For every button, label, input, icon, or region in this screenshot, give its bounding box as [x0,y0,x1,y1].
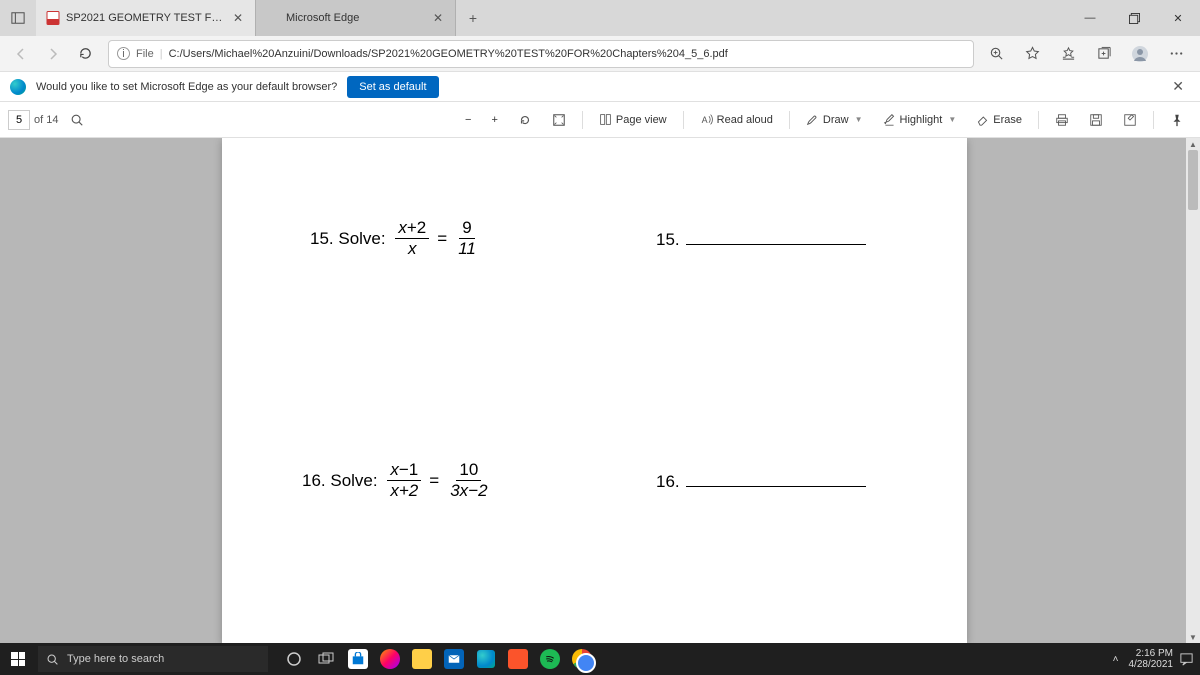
maximize-button[interactable] [1112,0,1156,36]
edge-logo-icon [10,79,26,95]
clock[interactable]: 2:16 PM 4/28/2021 [1129,648,1174,670]
page-view-button[interactable]: Page view [591,109,675,130]
system-tray: ˄ 2:16 PM 4/28/2021 [1109,648,1200,670]
scroll-up-arrow[interactable]: ▲ [1186,138,1200,150]
tab-strip: SP2021 GEOMETRY TEST FOR C… ✕ Microsoft … [0,0,490,36]
erase-button[interactable]: Erase [968,109,1030,130]
favorites-star-button[interactable] [1018,40,1046,68]
page-count-label: of 14 [34,114,58,126]
task-spotify[interactable] [534,643,566,675]
new-tab-button[interactable]: + [456,0,490,36]
tab-2-title: Microsoft Edge [286,12,425,24]
page-number-input[interactable] [8,110,30,130]
default-bar-close[interactable]: ✕ [1166,78,1190,95]
draw-button[interactable]: Draw ▼ [798,109,871,130]
pdf-icon [46,11,60,25]
tab-1[interactable]: SP2021 GEOMETRY TEST FOR C… ✕ [36,0,256,36]
taskbar-pinned [278,643,598,675]
pdf-page: 15. Solve: x+2 x = 9 11 15. 16. Solve: x… [222,138,967,643]
scroll-down-arrow[interactable]: ▼ [1186,631,1200,643]
zoom-in-button[interactable]: + [483,110,505,130]
clock-date: 4/28/2021 [1129,659,1174,670]
answer-16: 16. [656,472,866,492]
fit-page-button[interactable] [544,109,574,131]
task-edge[interactable] [470,643,502,675]
close-button[interactable]: ✕ [1156,0,1200,36]
clock-time: 2:16 PM [1129,648,1174,659]
address-separator: | [160,48,163,60]
taskbar-search-placeholder: Type here to search [67,653,164,665]
favorites-hub-button[interactable] [1054,40,1082,68]
task-mail[interactable] [438,643,470,675]
chevron-down-icon: ▼ [855,115,863,124]
task-store[interactable] [342,643,374,675]
more-button[interactable] [1162,40,1190,68]
zoom-indicator-button[interactable] [982,40,1010,68]
windows-logo-icon [11,652,25,666]
tray-overflow[interactable]: ˄ [1109,654,1123,665]
taskbar-search[interactable]: Type here to search [38,646,268,672]
read-aloud-button[interactable]: A Read aloud [692,109,781,130]
zoom-out-button[interactable]: − [457,110,479,130]
problem-15-label: 15. Solve: [310,229,386,249]
chevron-down-icon: ▼ [948,115,956,124]
profile-button[interactable] [1126,40,1154,68]
problem-16-label: 16. Solve: [302,471,378,491]
default-browser-bar: Would you like to set Microsoft Edge as … [0,72,1200,102]
collections-button[interactable] [1090,40,1118,68]
window-controls: — ✕ [1068,0,1200,36]
svg-text:A: A [701,115,707,125]
action-center-icon[interactable] [1179,652,1194,667]
task-brave[interactable] [502,643,534,675]
tab-2-close[interactable]: ✕ [431,11,445,25]
pin-toolbar-button[interactable] [1162,109,1192,131]
task-chrome[interactable] [566,643,598,675]
problem-16: 16. Solve: x−1 x+2 = 10 3x−2 [302,460,491,501]
task-cortana[interactable] [278,643,310,675]
taskbar: Type here to search ˄ 2:16 PM 4/28/2021 [0,643,1200,675]
minimize-button[interactable]: — [1068,0,1112,36]
problem-15: 15. Solve: x+2 x = 9 11 [310,218,479,259]
draw-icon [806,113,819,126]
find-icon[interactable] [70,113,84,127]
site-info-icon[interactable]: i [117,47,130,60]
save-as-button[interactable] [1115,109,1145,131]
task-groove[interactable] [374,643,406,675]
save-button[interactable] [1081,109,1111,131]
answer-16-label: 16. [656,472,680,491]
tab-2[interactable]: Microsoft Edge ✕ [256,0,456,36]
answer-15-label: 15. [656,230,680,249]
search-icon [46,653,59,666]
start-button[interactable] [0,643,36,675]
pdf-toolbar: of 14 − + Page view A Read aloud [0,102,1200,138]
vertical-scrollbar[interactable]: ▲ ▼ [1186,138,1200,643]
rotate-button[interactable] [510,109,540,131]
highlight-icon [883,113,896,126]
tab-1-title: SP2021 GEOMETRY TEST FOR C… [66,12,225,24]
scroll-thumb[interactable] [1188,150,1198,210]
address-bar[interactable]: i File | C:/Users/Michael%20Anzuini/Down… [108,40,974,68]
forward-button[interactable] [38,39,68,69]
address-path: C:/Users/Michael%20Anzuini/Downloads/SP2… [169,48,728,60]
set-default-button[interactable]: Set as default [347,76,438,98]
edge-icon [266,11,280,25]
answer-15: 15. [656,230,866,250]
address-prefix: File [136,48,154,60]
erase-icon [976,113,989,126]
tab-1-close[interactable]: ✕ [231,11,245,25]
default-browser-text: Would you like to set Microsoft Edge as … [36,81,337,93]
task-view[interactable] [310,643,342,675]
back-button[interactable] [6,39,36,69]
read-aloud-icon: A [700,113,713,126]
tab-actions-button[interactable] [0,0,36,36]
print-button[interactable] [1047,109,1077,131]
pdf-viewport[interactable]: 15. Solve: x+2 x = 9 11 15. 16. Solve: x… [0,138,1200,643]
highlight-button[interactable]: Highlight ▼ [875,109,965,130]
task-explorer[interactable] [406,643,438,675]
refresh-button[interactable] [70,39,100,69]
address-row: i File | C:/Users/Michael%20Anzuini/Down… [0,36,1200,72]
titlebar: SP2021 GEOMETRY TEST FOR C… ✕ Microsoft … [0,0,1200,36]
page-view-icon [599,113,612,126]
